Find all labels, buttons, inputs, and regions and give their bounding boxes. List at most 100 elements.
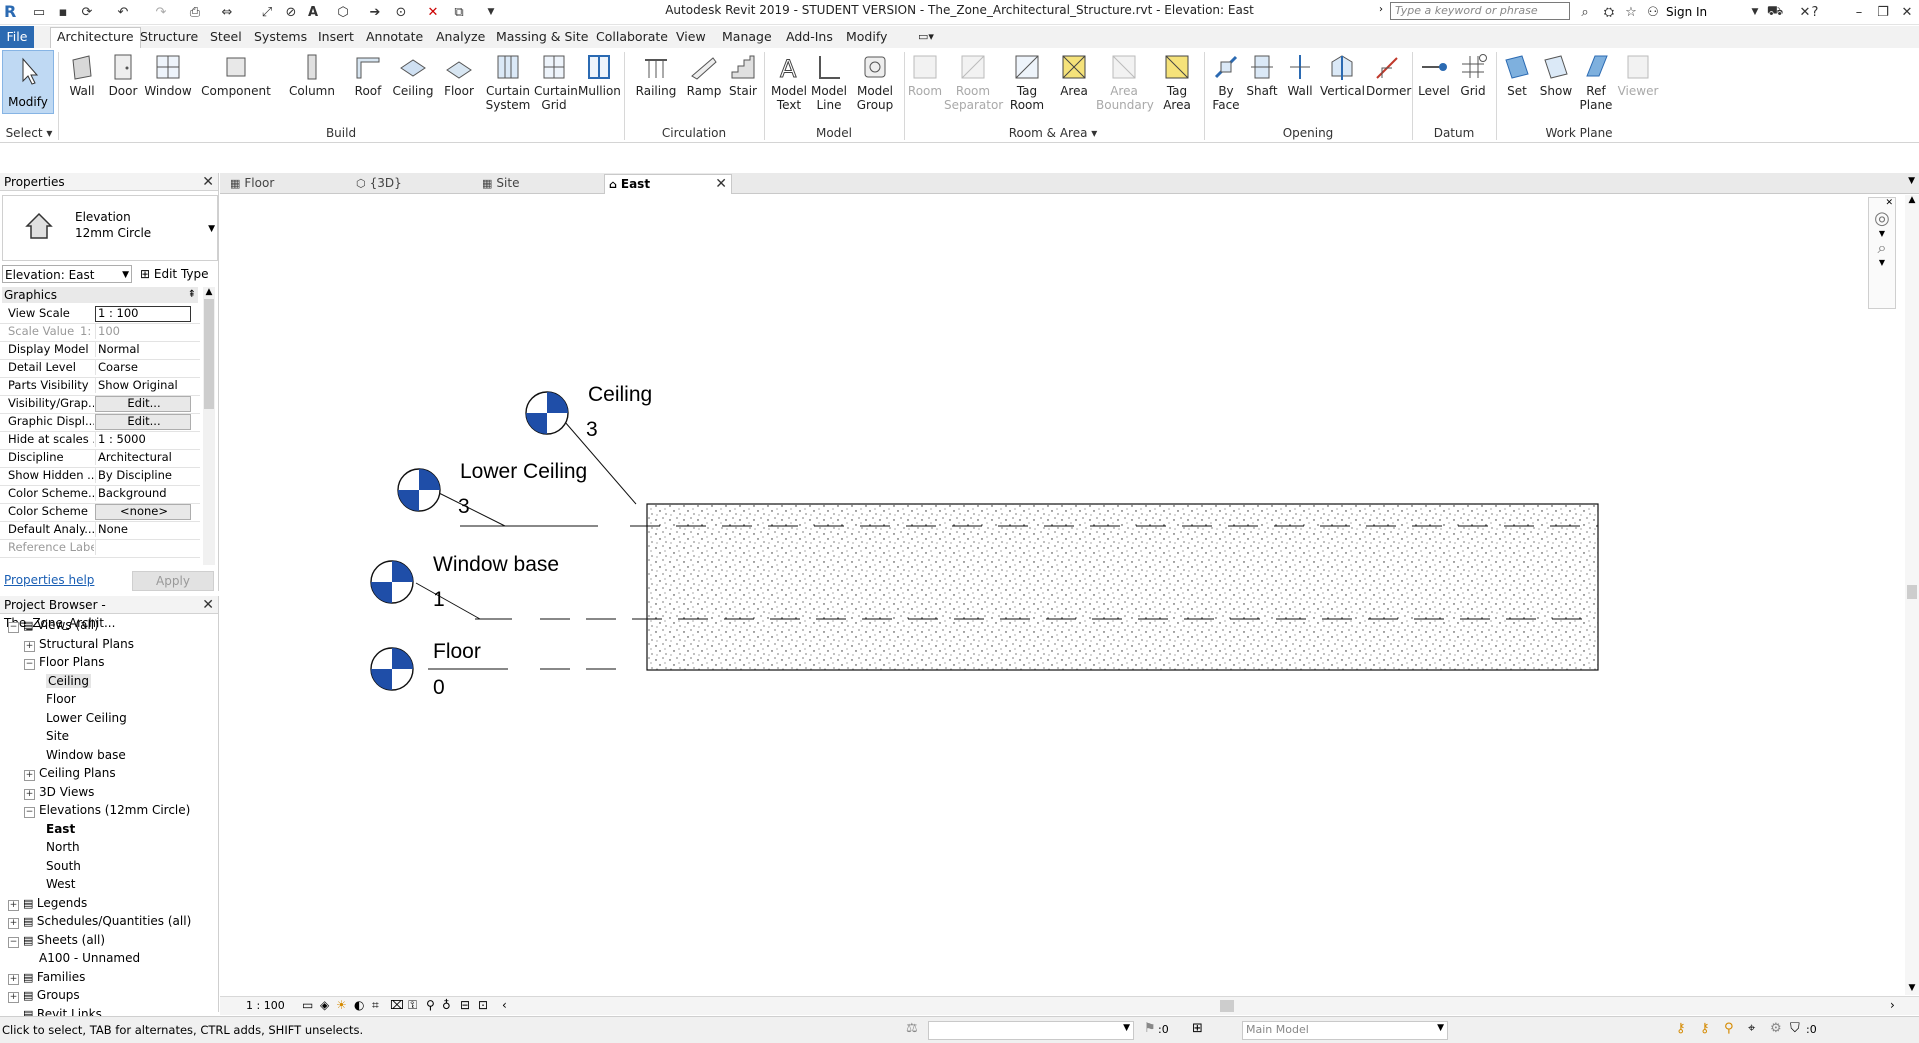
- tag-area-button[interactable]: Tag Area: [1156, 52, 1198, 112]
- scroll-up-icon[interactable]: ▲: [1905, 195, 1919, 205]
- property-row[interactable]: Graphic Displ... Edit...: [0, 413, 200, 432]
- browser-item[interactable]: Ceiling: [46, 672, 91, 690]
- level-button[interactable]: Level: [1416, 52, 1452, 98]
- area-boundary-button[interactable]: Area Boundary: [1096, 52, 1154, 112]
- tab-manage[interactable]: Manage: [716, 28, 778, 46]
- revit-logo-icon[interactable]: R: [4, 2, 20, 21]
- property-value[interactable]: Coarse: [95, 359, 190, 375]
- property-row[interactable]: Detail Level Coarse: [0, 359, 200, 378]
- tab-annotate[interactable]: Annotate: [360, 28, 429, 46]
- wall-opening-button[interactable]: Wall: [1284, 52, 1316, 98]
- level-name-window-base[interactable]: Window base: [433, 553, 559, 576]
- browser-item[interactable]: + ▤ Schedules/Quantities (all): [8, 912, 191, 931]
- area-button[interactable]: Area: [1056, 52, 1092, 98]
- horizontal-scroll-thumb[interactable]: [1220, 1000, 1234, 1012]
- room-separator-button[interactable]: Room Separator: [944, 52, 1003, 112]
- ceiling-button[interactable]: Ceiling: [392, 52, 434, 98]
- collapse-icon[interactable]: −: [8, 622, 19, 633]
- set-button[interactable]: Set: [1500, 52, 1534, 98]
- expand-icon[interactable]: +: [8, 899, 19, 911]
- browser-item[interactable]: − ▤ Sheets (all): [8, 931, 105, 950]
- redo-icon[interactable]: ↷: [152, 4, 170, 20]
- zoom-dropdown-icon[interactable]: ▼: [1869, 258, 1895, 267]
- browser-item[interactable]: + Ceiling Plans: [24, 764, 116, 782]
- user-icon[interactable]: ⚇: [1644, 4, 1662, 20]
- expand-icon[interactable]: +: [24, 770, 35, 781]
- grid-button[interactable]: Grid: [1456, 52, 1490, 98]
- view-tab-floor[interactable]: ▦ Floor: [226, 174, 352, 193]
- tag-icon[interactable]: ⊘: [282, 4, 300, 20]
- property-row[interactable]: Parts Visibility Show Original: [0, 377, 200, 396]
- steering-wheel-icon[interactable]: ◎: [1869, 208, 1895, 229]
- measure-icon[interactable]: ⇔: [218, 4, 236, 20]
- drawing-area[interactable]: Ceiling 3 Lower Ceiling 3 Window base 1 …: [220, 195, 1919, 995]
- model-text-button[interactable]: A Model Text: [768, 52, 810, 113]
- component-button[interactable]: Component: [200, 52, 272, 98]
- view-scale-field[interactable]: 1 : 100: [95, 306, 191, 322]
- property-edit-button[interactable]: Edit...: [95, 414, 191, 430]
- property-row[interactable]: Color Scheme... Background: [0, 485, 200, 504]
- apply-button[interactable]: Apply: [132, 571, 214, 591]
- property-edit-button[interactable]: Edit...: [95, 396, 191, 412]
- vertical-scroll-thumb[interactable]: [1907, 585, 1917, 599]
- property-value[interactable]: Architectural: [95, 449, 190, 465]
- scroll-left-icon[interactable]: ‹: [502, 998, 507, 1012]
- worksets-icon[interactable]: ⚖: [906, 1021, 918, 1036]
- level-name-lower-ceiling[interactable]: Lower Ceiling: [460, 460, 587, 483]
- level-name-ceiling[interactable]: Ceiling: [588, 383, 652, 406]
- browser-item[interactable]: South: [46, 857, 81, 875]
- cart-icon[interactable]: ⛟: [1766, 4, 1784, 20]
- property-value[interactable]: None: [95, 521, 190, 537]
- model-group-button[interactable]: Model Group: [852, 52, 898, 112]
- scroll-up-icon[interactable]: ▲: [203, 287, 215, 297]
- close-hidden-icon[interactable]: ✕: [424, 4, 442, 20]
- window-button[interactable]: Window: [144, 52, 192, 98]
- design-option-select[interactable]: Main Model ▼: [1242, 1021, 1448, 1040]
- browser-item[interactable]: + ▤ Groups: [8, 986, 80, 1005]
- view-tab-east[interactable]: ⌂ East ✕: [604, 174, 732, 194]
- scroll-thumb[interactable]: [204, 299, 214, 409]
- curtain-system-button[interactable]: Curtain System: [482, 52, 534, 112]
- property-row[interactable]: Visibility/Grap... Edit...: [0, 395, 200, 414]
- property-row[interactable]: Color Scheme <none>: [0, 503, 200, 522]
- browser-item[interactable]: + ▤ Legends: [8, 894, 87, 913]
- tab-add-ins[interactable]: Add-Ins: [780, 28, 839, 46]
- type-dropdown-icon[interactable]: ▼: [208, 224, 215, 234]
- tab-modify[interactable]: Modify: [840, 28, 893, 46]
- browser-item[interactable]: Lower Ceiling: [46, 709, 127, 727]
- browser-item[interactable]: + Structural Plans: [24, 635, 134, 653]
- property-value[interactable]: 100: [95, 323, 190, 339]
- property-value[interactable]: Background: [95, 485, 190, 501]
- browser-item[interactable]: +3D Views: [24, 783, 94, 801]
- level-head-window-base-icon[interactable]: [370, 560, 414, 604]
- model-line-button[interactable]: Model Line: [810, 52, 848, 112]
- level-head-ceiling-icon[interactable]: [525, 391, 569, 435]
- select-links-icon[interactable]: ⚷: [1676, 1021, 1686, 1036]
- tab-insert[interactable]: Insert: [312, 28, 360, 46]
- property-edit-button[interactable]: <none>: [95, 504, 191, 520]
- property-value[interactable]: Normal: [95, 341, 190, 357]
- switch-windows-icon[interactable]: ⧉: [450, 4, 468, 20]
- sun-path-icon[interactable]: ☀: [336, 998, 347, 1012]
- crop-view-icon[interactable]: ⌗: [372, 998, 379, 1013]
- browser-item[interactable]: − Floor Plans: [24, 653, 104, 671]
- properties-scrollbar[interactable]: ▲: [203, 287, 215, 565]
- railing-button[interactable]: Railing: [634, 52, 678, 98]
- navbar-close-icon[interactable]: ✕: [1869, 198, 1895, 208]
- expand-icon[interactable]: +: [8, 973, 19, 985]
- column-button[interactable]: Column: [288, 52, 336, 98]
- customize-qat-icon[interactable]: ▼: [482, 4, 500, 20]
- properties-close-icon[interactable]: ✕: [202, 174, 214, 190]
- help-icon[interactable]: ?: [1806, 4, 1824, 20]
- visual-style-icon[interactable]: ◈: [320, 998, 329, 1012]
- tab-massing-site[interactable]: Massing & Site: [490, 28, 595, 46]
- tab-structure[interactable]: Structure: [134, 28, 204, 46]
- view-tab-site[interactable]: ▦ Site: [478, 174, 604, 193]
- wall-button[interactable]: Wall: [64, 52, 100, 98]
- collapse-icon[interactable]: −: [24, 807, 35, 818]
- level-head-floor-icon[interactable]: [370, 647, 414, 691]
- tab-collaborate[interactable]: Collaborate: [590, 28, 674, 46]
- level-name-floor[interactable]: Floor: [433, 640, 481, 663]
- property-row[interactable]: Default Analy... None: [0, 521, 200, 540]
- ramp-button[interactable]: Ramp: [686, 52, 722, 98]
